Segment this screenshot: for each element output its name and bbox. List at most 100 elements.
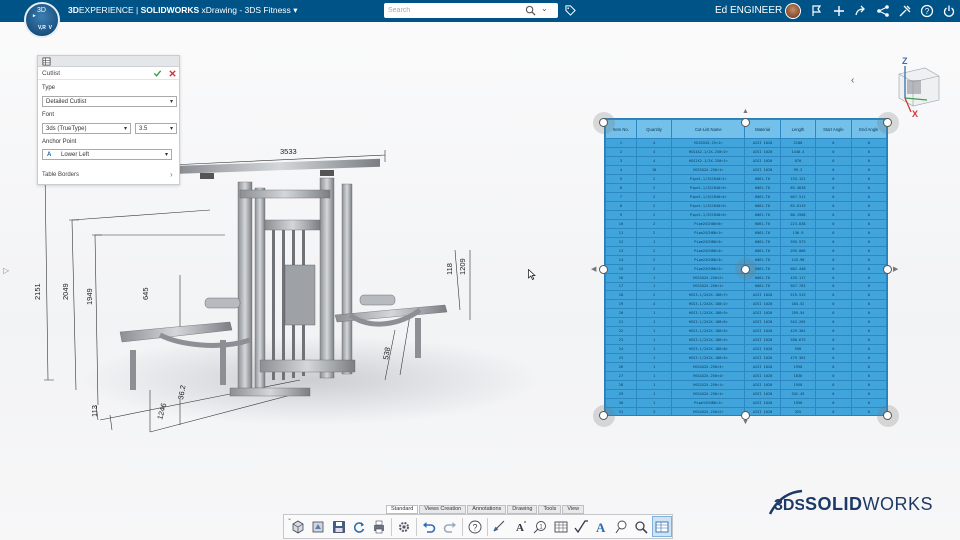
table-borders-section[interactable]: Table Borders bbox=[42, 172, 79, 178]
type-select[interactable]: Detailed Cutlist ▾ bbox=[42, 96, 177, 107]
share-flag-icon[interactable] bbox=[810, 4, 824, 18]
settings-gear-icon[interactable] bbox=[394, 516, 414, 537]
cutlist-cell: 0 bbox=[850, 317, 887, 328]
avatar[interactable] bbox=[785, 3, 801, 19]
user-name[interactable]: Ed ENGINEER bbox=[715, 5, 782, 16]
move-handle-center[interactable] bbox=[741, 265, 750, 274]
resize-handle-top-left[interactable] bbox=[599, 118, 608, 127]
anchor-point-select[interactable]: A Lower Left ▾ bbox=[42, 149, 172, 160]
cutlist-cell: AISI 1020 bbox=[744, 353, 781, 364]
cancel-x-icon[interactable] bbox=[168, 69, 177, 78]
save-icon[interactable] bbox=[328, 516, 348, 537]
cutlist-row: 1 4 HSS2X4X.25<1> AISI 1020 2100 0 0 bbox=[605, 138, 887, 148]
search-options-chevron-icon[interactable]: ⌄ bbox=[541, 4, 548, 13]
cutlist-row: 22 1 HSS3-1/2X2X.188<5> AISI 1020 429.362 0 0 bbox=[605, 326, 887, 337]
search-input[interactable] bbox=[388, 5, 518, 16]
text-icon[interactable]: A bbox=[591, 516, 611, 537]
cutlist-cell: 0 bbox=[850, 344, 887, 355]
cutlist-column-header: Start Angle bbox=[815, 119, 852, 139]
cutlist-table-icon[interactable] bbox=[651, 516, 672, 537]
search-icon[interactable] bbox=[525, 5, 536, 16]
ok-check-icon[interactable] bbox=[153, 69, 162, 78]
power-icon[interactable] bbox=[942, 4, 956, 18]
cutlist-cell: 0 bbox=[850, 299, 887, 310]
help-icon[interactable]: ? bbox=[920, 4, 934, 18]
tab-tools[interactable]: Tools bbox=[538, 505, 562, 514]
tab-drawing[interactable]: Drawing bbox=[507, 505, 538, 514]
print-icon[interactable] bbox=[369, 516, 389, 537]
cutlist-cell: 6061-T6 bbox=[744, 245, 781, 256]
app-title: 3DEXPERIENCE | SOLIDWORKS xDrawing - 3DS… bbox=[68, 5, 297, 16]
brand-3d: 3D bbox=[68, 5, 79, 15]
cutlist-cell: 870 bbox=[779, 155, 817, 166]
cutlist-cell: 1 bbox=[635, 308, 673, 319]
app-menu-chevron-icon[interactable]: ▾ bbox=[293, 5, 297, 15]
cutlist-cell: 1 bbox=[635, 317, 673, 328]
resize-handle-right[interactable] bbox=[883, 265, 892, 274]
add-icon[interactable] bbox=[832, 4, 846, 18]
cutlist-cell: 0 bbox=[815, 335, 852, 346]
arrow-left-icon[interactable]: ◀ bbox=[591, 265, 596, 273]
cutlist-cell: 325 bbox=[779, 407, 817, 415]
resize-handle-top[interactable] bbox=[741, 118, 750, 127]
cutlist-row: 2 4 HSS4X2-1/2X.250<2> AISI 1020 1448.4 0 0 bbox=[605, 146, 887, 157]
arrow-right-icon[interactable]: ▶ bbox=[893, 265, 898, 273]
font-label: Font bbox=[42, 112, 55, 118]
cutlist-cell: 0 bbox=[850, 380, 887, 391]
network-icon[interactable] bbox=[876, 4, 890, 18]
cutlist-cell: HSS3-1/2X2X.188<7> bbox=[671, 290, 746, 301]
dim-side-2: 1209 bbox=[458, 258, 467, 275]
arrow-down-icon[interactable]: ▼ bbox=[742, 419, 749, 426]
font-select[interactable]: 3ds (TrueType) ▾ bbox=[42, 123, 131, 134]
cutlist-cell: 0 bbox=[850, 155, 887, 166]
cutlist-row: 11 2 Pipe2SCH80<1> 6061-T6 136.9 0 0 bbox=[605, 227, 887, 238]
cutlist-cell: 590 bbox=[779, 344, 817, 355]
compass-icon[interactable]: 3D ▸ V,R V bbox=[24, 2, 60, 38]
cutlist-cell: 1 bbox=[635, 380, 673, 391]
surface-finish-icon[interactable] bbox=[571, 516, 591, 537]
svg-text:?: ? bbox=[472, 522, 477, 532]
tab-views-creation[interactable]: Views Creation bbox=[419, 505, 467, 514]
tab-view[interactable]: View bbox=[562, 505, 585, 514]
cutlist-cell: 0 bbox=[850, 335, 887, 346]
resize-handle-bottom-left[interactable] bbox=[599, 411, 608, 420]
resize-handle-bottom-right[interactable] bbox=[883, 411, 892, 420]
cutlist-cell: 0 bbox=[815, 263, 852, 274]
tab-annotations[interactable]: Annotations bbox=[467, 505, 507, 514]
magnify-icon[interactable] bbox=[631, 516, 651, 537]
cutlist-cell: 0 bbox=[850, 254, 887, 265]
undo-icon[interactable] bbox=[419, 516, 439, 537]
cutlist-cell: 2 bbox=[635, 191, 673, 202]
table-icon[interactable] bbox=[551, 516, 571, 537]
note-icon[interactable]: A bbox=[510, 516, 530, 537]
view-cube[interactable]: Z X bbox=[885, 56, 947, 118]
cutlist-cell: AISI 1020 bbox=[744, 398, 781, 409]
cutlist-cell: 667.511 bbox=[779, 191, 817, 202]
chevron-right-icon[interactable]: › bbox=[170, 170, 173, 179]
tab-standard[interactable]: Standard bbox=[386, 505, 419, 514]
help-icon[interactable]: ? bbox=[465, 516, 485, 537]
toolbar-separator bbox=[416, 517, 418, 536]
cutlist-cell: 1448.4 bbox=[779, 146, 817, 157]
compass-label: 3D bbox=[37, 7, 46, 14]
tag-icon[interactable] bbox=[565, 5, 576, 16]
cutlist-cell: HSS2X2-1/2X.250<1> bbox=[671, 155, 746, 166]
dim-height-3: 1949 bbox=[85, 288, 94, 305]
toolbar-collapse-chevron-icon[interactable]: ⌄ bbox=[287, 515, 292, 522]
forward-icon[interactable] bbox=[854, 4, 868, 18]
datum-icon[interactable] bbox=[611, 516, 631, 537]
smart-dimension-icon[interactable] bbox=[490, 516, 510, 537]
cutlist-cell: 24 bbox=[605, 344, 637, 355]
refresh-icon[interactable] bbox=[349, 516, 369, 537]
arrow-up-icon[interactable]: ▲ bbox=[742, 108, 749, 115]
tools-icon[interactable] bbox=[898, 4, 912, 18]
cutlist-cell: 10 bbox=[605, 218, 637, 229]
model-view-icon[interactable] bbox=[308, 516, 328, 537]
chevron-left-icon[interactable]: ‹ bbox=[851, 75, 865, 89]
redo-icon[interactable] bbox=[439, 516, 459, 537]
resize-handle-left[interactable] bbox=[599, 265, 608, 274]
cutlist-row: 17 1 HSS3X2X.250<1> 6061-T6 567.763 0 0 bbox=[605, 281, 887, 292]
resize-handle-top-right[interactable] bbox=[883, 118, 892, 127]
font-size-select[interactable]: 3.5 ▾ bbox=[135, 123, 177, 134]
balloon-icon[interactable]: 1 bbox=[530, 516, 550, 537]
